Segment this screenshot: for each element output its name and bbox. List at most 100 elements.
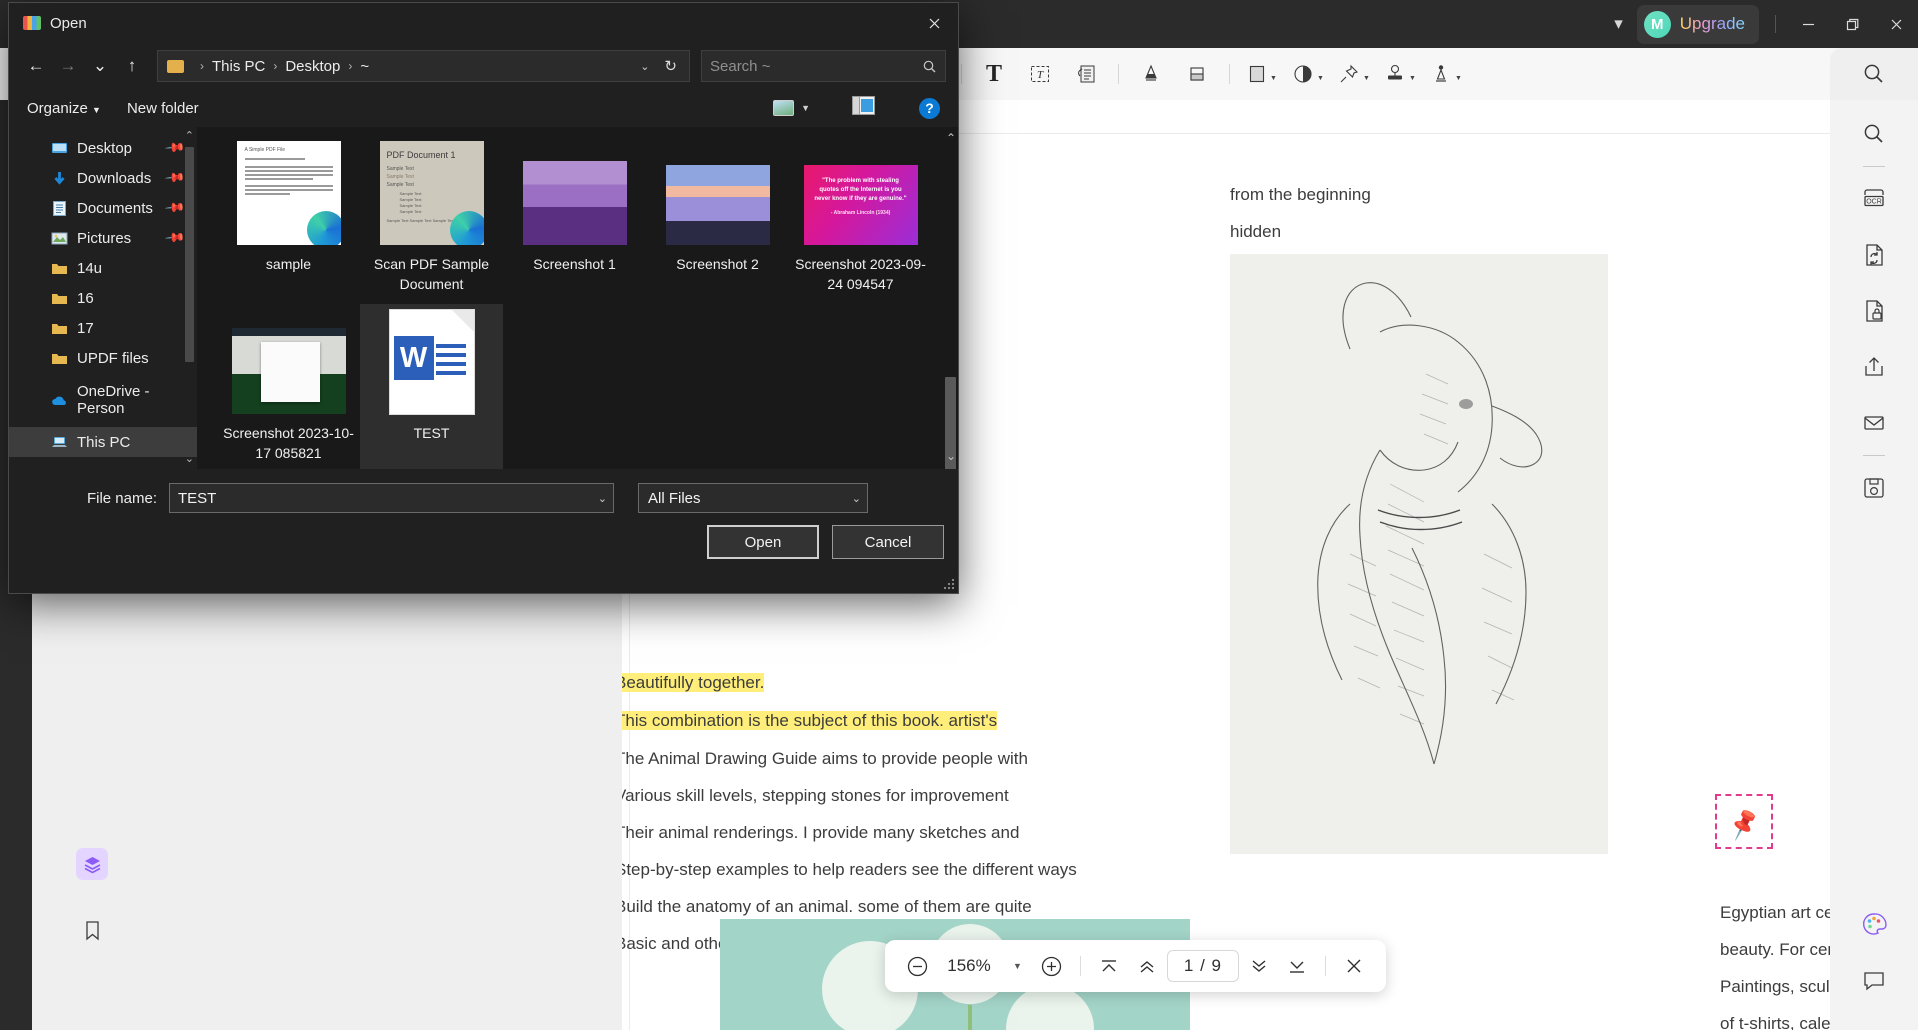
new-folder-button[interactable]: New folder (127, 100, 199, 117)
close-icon[interactable] (910, 3, 958, 43)
search-input[interactable] (710, 58, 922, 75)
file-item-screenshot-2023-09-24[interactable]: "The problem with stealing quotes off th… (789, 135, 932, 304)
caret-down-icon[interactable]: ▼ (1317, 75, 1324, 82)
up-one-level-button[interactable]: ↑ (117, 51, 147, 81)
sidebar-item-downloads[interactable]: Downloads 📌 (9, 163, 197, 193)
pin-icon[interactable]: 📌 (164, 167, 187, 190)
back-button[interactable]: ← (21, 51, 51, 81)
mail-icon[interactable] (1846, 395, 1902, 451)
shape-tool[interactable]: ▼ (1239, 48, 1285, 100)
file-type-select[interactable]: All Files ⌄ (638, 483, 868, 513)
page-indicator[interactable]: 1 / 9 (1167, 950, 1239, 982)
signature-tool[interactable]: ▼ (1423, 48, 1469, 100)
text-comment-tool[interactable] (1063, 48, 1109, 100)
preview-pane-icon[interactable] (852, 96, 875, 120)
open-file-dialog[interactable]: Open ← → ⌄ ↑ › This PC › Desktop › ~ ⌄ ↻… (8, 2, 959, 594)
sidebar-item-desktop[interactable]: Desktop 📌 (9, 133, 197, 163)
pin-icon[interactable]: 📌 (164, 197, 187, 220)
first-page-button[interactable] (1091, 948, 1127, 984)
pencil-tool[interactable] (1128, 48, 1174, 100)
breadcrumb-item-desktop[interactable]: Desktop (285, 58, 340, 75)
caret-down-icon[interactable]: ▼ (1363, 75, 1370, 82)
toolbar-search-button[interactable] (1830, 48, 1918, 100)
recent-locations-button[interactable]: ⌄ (85, 51, 115, 81)
sidebar-item-16[interactable]: 16 (9, 283, 197, 313)
eraser-tool[interactable] (1174, 48, 1220, 100)
chevron-down-icon[interactable]: ⌄ (592, 492, 607, 505)
pin-tool[interactable]: ▼ (1331, 48, 1377, 100)
sidebar-item-onedrive[interactable]: OneDrive - Person (9, 385, 197, 415)
layers-icon[interactable] (76, 848, 108, 880)
upgrade-button[interactable]: M Upgrade (1637, 5, 1759, 44)
restore-icon[interactable] (1830, 0, 1874, 48)
sidebar-scrollbar[interactable] (185, 147, 194, 362)
chevron-up-icon[interactable]: ⌃ (946, 131, 956, 145)
close-icon[interactable] (1874, 0, 1918, 48)
share-icon[interactable] (1846, 339, 1902, 395)
sidebar-item-17[interactable]: 17 (9, 313, 197, 343)
file-name-combobox[interactable]: ⌄ (169, 483, 614, 513)
divider (1863, 166, 1885, 167)
zoom-level[interactable]: 156% (937, 956, 1001, 976)
view-options-button[interactable]: ▼ (773, 100, 810, 116)
previous-page-button[interactable] (1129, 948, 1165, 984)
sidebar-item-14u[interactable]: 14u (9, 253, 197, 283)
convert-file-icon[interactable] (1846, 227, 1902, 283)
file-item-screenshot-2023-10-17[interactable]: Screenshot 2023-10-17 085821 (217, 304, 360, 469)
file-item-sample[interactable]: A Simple PDF File sample (217, 135, 360, 304)
file-item-screenshot-1[interactable]: Screenshot 1 (503, 135, 646, 304)
cancel-button[interactable]: Cancel (832, 525, 944, 559)
close-pager-button[interactable] (1336, 948, 1372, 984)
file-name-input[interactable] (178, 490, 592, 507)
search-box[interactable] (701, 50, 946, 82)
chat-support-icon[interactable] (1846, 952, 1902, 1008)
sidebar-item-pictures[interactable]: Pictures 📌 (9, 223, 197, 253)
file-item-scan-pdf-sample-document[interactable]: PDF Document 1 Sample Text Sample Text S… (360, 135, 503, 304)
pin-icon[interactable]: 📌 (164, 227, 187, 250)
search-icon[interactable] (1846, 106, 1902, 162)
next-page-button[interactable] (1241, 948, 1277, 984)
breadcrumb[interactable]: › This PC › Desktop › ~ ⌄ ↻ (157, 50, 690, 82)
chevron-down-icon[interactable]: ⌄ (846, 492, 861, 505)
bookmark-icon[interactable] (76, 914, 108, 946)
breadcrumb-item-this-pc[interactable]: This PC (212, 58, 265, 75)
sidebar-item-updf-files[interactable]: UPDF files (9, 343, 197, 373)
zoom-out-button[interactable] (899, 948, 935, 984)
text-box-tool[interactable]: T (1017, 48, 1063, 100)
color-palette-icon[interactable] (1846, 896, 1902, 952)
zoom-in-button[interactable] (1034, 948, 1070, 984)
refresh-icon[interactable]: ↻ (658, 57, 683, 75)
forward-button[interactable]: → (53, 51, 83, 81)
last-page-button[interactable] (1279, 948, 1315, 984)
chevron-down-icon[interactable]: ⌄ (946, 449, 956, 463)
breadcrumb-item-home[interactable]: ~ (360, 58, 369, 75)
chevron-down-icon[interactable]: ▾ (1600, 14, 1637, 34)
dialog-sidebar[interactable]: ⌃ Desktop 📌 Downloads 📌 Documents 📌 (9, 127, 197, 469)
sidebar-item-documents[interactable]: Documents 📌 (9, 193, 197, 223)
pin-annotation-placeholder[interactable]: 📌 (1715, 794, 1773, 849)
resize-grip[interactable] (943, 578, 955, 590)
stamp-tool[interactable]: ▼ (1377, 48, 1423, 100)
minimize-icon[interactable] (1786, 0, 1830, 48)
caret-down-icon[interactable]: ▼ (1455, 75, 1462, 82)
page-navigation-bar[interactable]: 156% ▼ 1 / 9 (885, 940, 1386, 992)
caret-down-icon[interactable]: ▼ (1270, 75, 1277, 82)
chevron-down-icon[interactable]: ⌄ (185, 452, 194, 465)
page-fold (452, 310, 474, 332)
file-list[interactable]: A Simple PDF File sample (197, 127, 958, 469)
sticky-note-tool[interactable]: ▼ (1285, 48, 1331, 100)
file-item-screenshot-2[interactable]: Screenshot 2 (646, 135, 789, 304)
organize-button[interactable]: Organize ▼ (27, 100, 101, 117)
chevron-down-icon[interactable]: ▼ (1003, 961, 1032, 971)
ocr-icon[interactable]: OCR (1846, 171, 1902, 227)
text-tool[interactable]: T (971, 48, 1017, 100)
floppy-save-icon[interactable] (1846, 460, 1902, 516)
chevron-down-icon[interactable]: ⌄ (631, 60, 658, 73)
caret-down-icon[interactable]: ▼ (1409, 75, 1416, 82)
pin-icon[interactable]: 📌 (164, 137, 187, 160)
help-icon[interactable]: ? (919, 98, 940, 119)
lock-file-icon[interactable] (1846, 283, 1902, 339)
open-button[interactable]: Open (707, 525, 819, 559)
sidebar-item-this-pc[interactable]: This PC (9, 427, 197, 457)
file-item-test[interactable]: W TEST (360, 304, 503, 469)
